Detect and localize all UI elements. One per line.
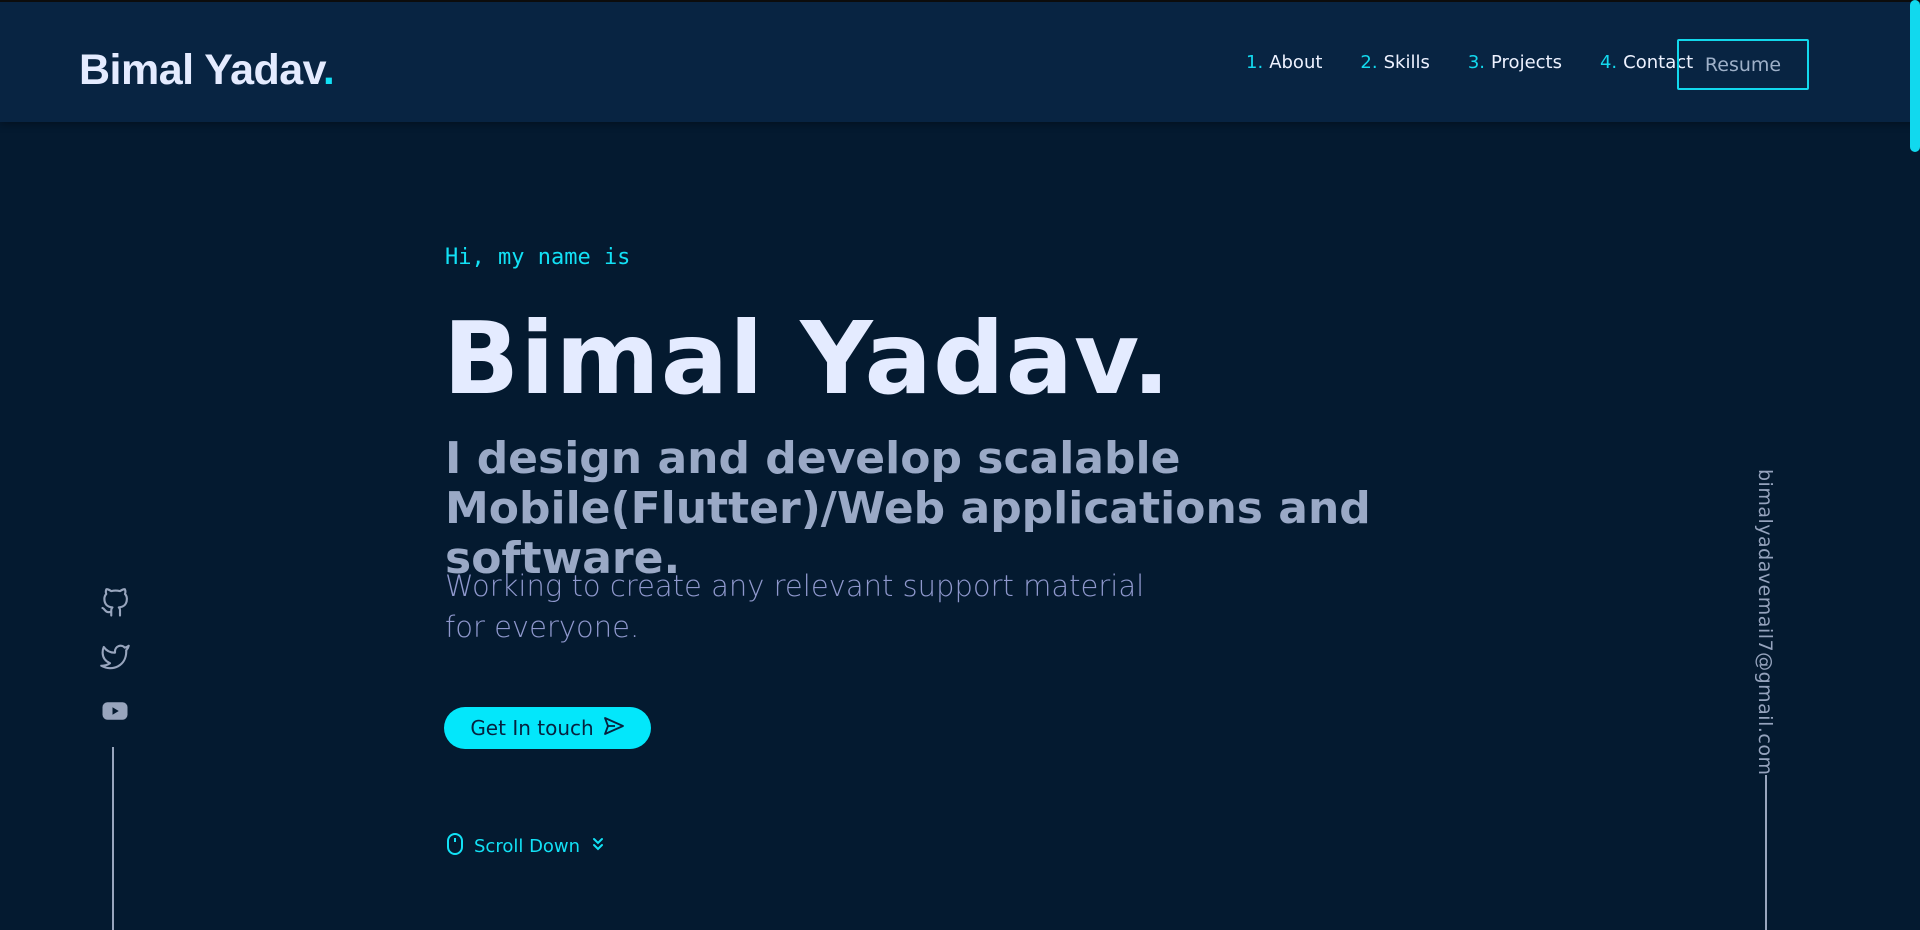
page: Bimal Yadav. 1. About 2. Skills 3. Projects… bbox=[0, 0, 1920, 930]
nav-number: 2. bbox=[1360, 52, 1378, 73]
nav-number: 4. bbox=[1599, 52, 1618, 73]
email-rail-line bbox=[1765, 775, 1767, 930]
greeting-text: Hi, my name is bbox=[445, 245, 631, 270]
logo-dot: . bbox=[322, 46, 335, 94]
nav-label: Skills bbox=[1383, 52, 1430, 73]
send-icon bbox=[603, 716, 625, 741]
social-links bbox=[100, 588, 130, 750]
nav-number: 1. bbox=[1246, 52, 1264, 73]
resume-button[interactable]: Resume bbox=[1677, 39, 1809, 90]
youtube-icon[interactable] bbox=[100, 696, 130, 726]
hero-subtitle: Working to create any relevant support m… bbox=[445, 569, 1145, 644]
nav-item-skills[interactable]: 2. Skills bbox=[1360, 52, 1429, 73]
nav-number: 3. bbox=[1467, 52, 1486, 73]
logo-text: Bimal Yadav bbox=[79, 46, 323, 94]
nav-label: Projects bbox=[1491, 52, 1562, 73]
double-chevron-down-icon bbox=[590, 836, 606, 857]
nav-label: About bbox=[1269, 52, 1323, 73]
scroll-down-label: Scroll Down bbox=[474, 836, 581, 857]
get-in-touch-button[interactable]: Get In touch bbox=[444, 707, 651, 749]
social-rail-line bbox=[112, 747, 114, 930]
nav-item-about[interactable]: 1. About bbox=[1246, 52, 1322, 73]
github-icon[interactable] bbox=[100, 588, 130, 618]
twitter-icon[interactable] bbox=[100, 642, 130, 672]
hero-tagline: I design and develop scalable Mobile(Flu… bbox=[445, 433, 1371, 584]
cta-label: Get In touch bbox=[470, 716, 594, 740]
scrollbar-thumb[interactable] bbox=[1910, 0, 1920, 152]
site-header: Bimal Yadav. 1. About 2. Skills 3. Projects… bbox=[0, 0, 1920, 122]
mouse-icon bbox=[446, 832, 464, 861]
nav-item-projects[interactable]: 3. Projects bbox=[1468, 52, 1562, 73]
main-nav: 1. About 2. Skills 3. Projects 4. Contact bbox=[1246, 52, 1731, 73]
email-link[interactable]: bimalyadavemail7@gmail.com bbox=[1754, 469, 1776, 775]
hero-name: Bimal Yadav. bbox=[443, 300, 1172, 417]
logo[interactable]: Bimal Yadav. bbox=[79, 46, 335, 95]
scroll-down-link[interactable]: Scroll Down bbox=[446, 832, 606, 861]
